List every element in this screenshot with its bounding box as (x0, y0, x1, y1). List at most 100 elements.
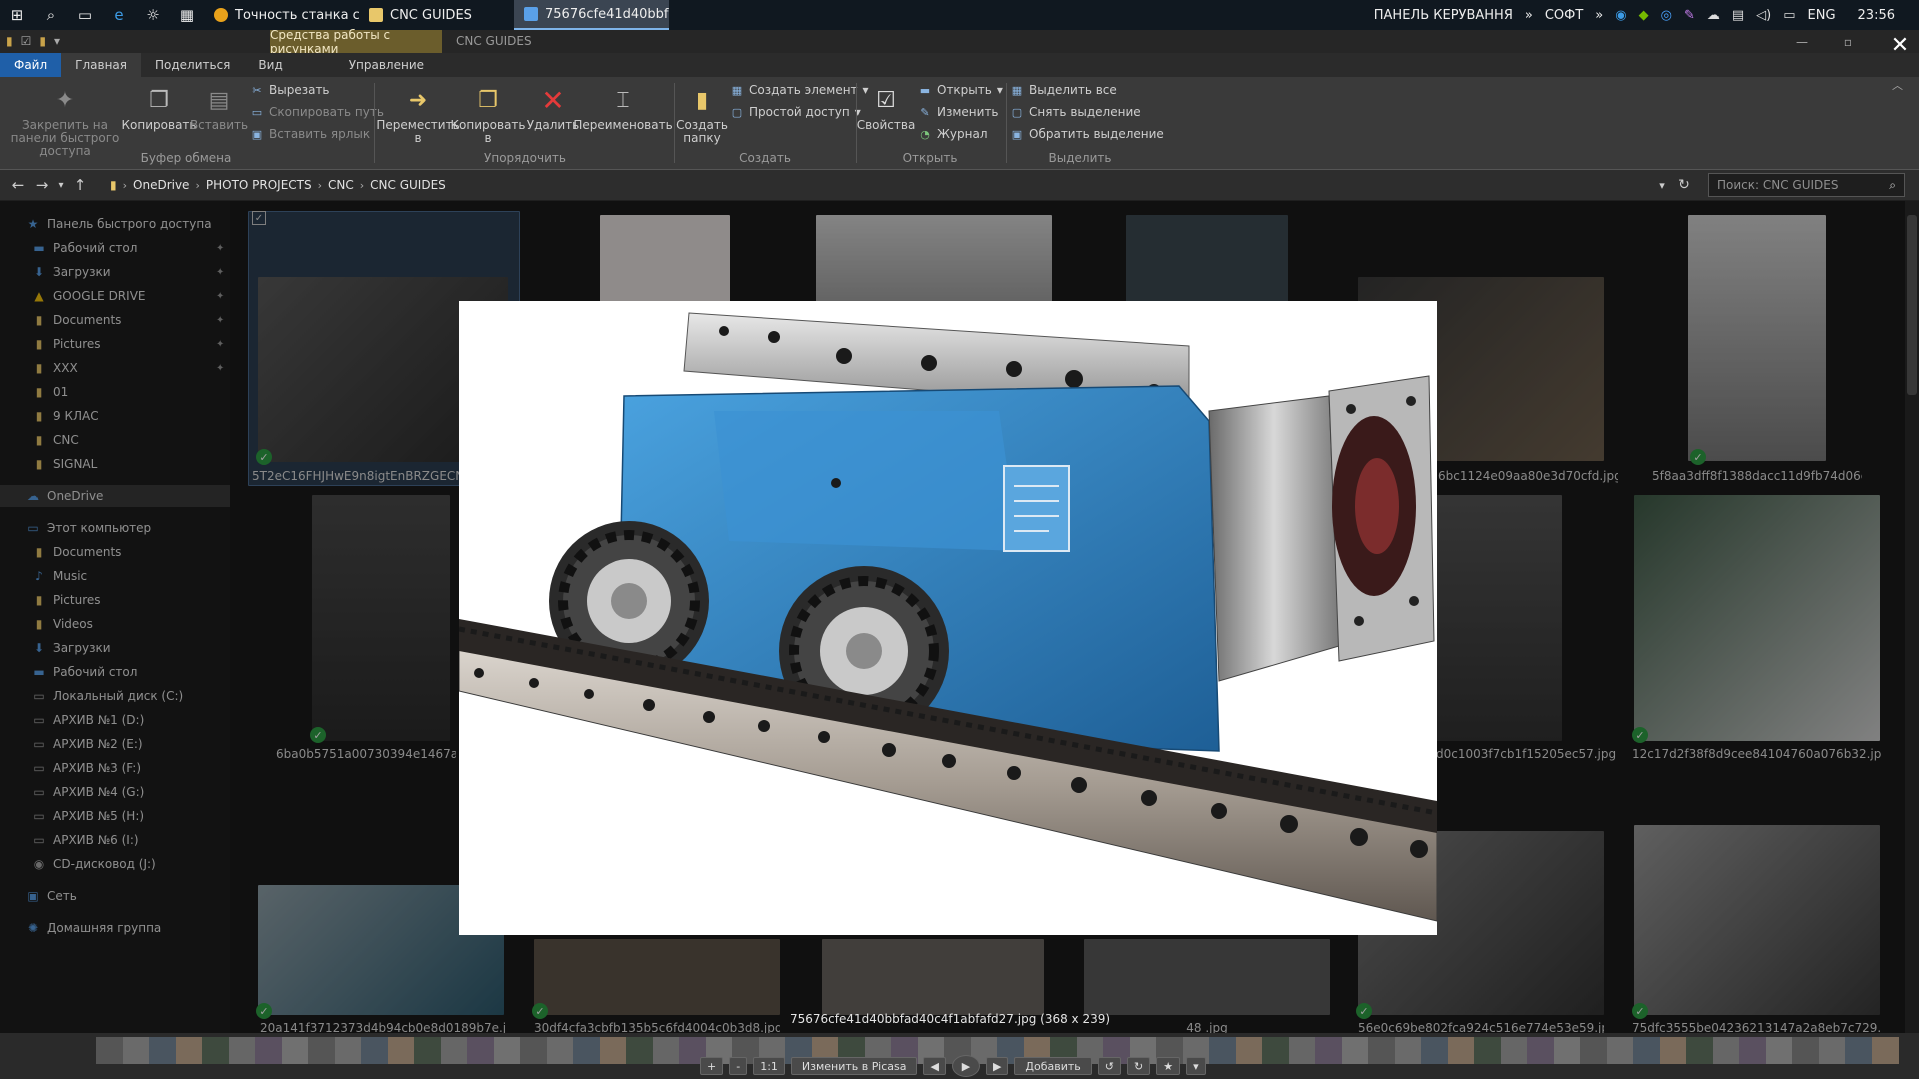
breadcrumb-item[interactable]: PHOTO PROJECTS (206, 178, 312, 192)
copy-to-button[interactable]: ❐ Копировать в (451, 85, 526, 145)
nvidia-icon[interactable]: ◆ (1639, 8, 1649, 23)
invert-selection-button[interactable]: ▣ Обратить выделение (1010, 127, 1164, 141)
filmstrip-thumbnail[interactable] (467, 1037, 494, 1064)
tray-panel-label[interactable]: ПАНЕЛЬ КЕРУВАННЯ (1374, 8, 1513, 23)
zoom-in-button[interactable]: + (700, 1057, 724, 1075)
filmstrip-thumbnail[interactable] (1553, 1037, 1581, 1064)
filmstrip-thumbnail[interactable] (1447, 1037, 1475, 1064)
filmstrip-thumbnail[interactable] (334, 1037, 362, 1064)
filmstrip-thumbnail[interactable] (1712, 1037, 1740, 1064)
star-icon[interactable]: ★ (1156, 1057, 1181, 1075)
app-tray-icon[interactable]: ◎ (1661, 8, 1672, 23)
filmstrip-thumbnail[interactable] (626, 1037, 653, 1064)
select-all-button[interactable]: ▦ Выделить все (1010, 83, 1117, 97)
search-input[interactable]: Поиск: CNC GUIDES ⌕ (1708, 173, 1905, 197)
tray-soft-label[interactable]: СОФТ (1545, 8, 1583, 23)
filmstrip-thumbnail[interactable] (520, 1037, 547, 1064)
new-item-button[interactable]: ▦ Создать элемент ▾ (730, 83, 869, 97)
filmstrip-thumbnail[interactable] (1394, 1037, 1422, 1064)
actual-size-button[interactable]: 1:1 (753, 1057, 785, 1075)
calculator-icon[interactable]: ▦ (170, 0, 204, 30)
breadcrumb-item[interactable]: CNC GUIDES (370, 178, 446, 192)
add-button[interactable]: Добавить (1014, 1057, 1092, 1075)
filmstrip-thumbnail[interactable] (1421, 1037, 1448, 1064)
filmstrip-thumbnail[interactable] (1606, 1037, 1634, 1064)
paste-shortcut-button[interactable]: ▣ Вставить ярлык (250, 127, 370, 141)
breadcrumb-item[interactable]: OneDrive (133, 178, 189, 192)
filmstrip-thumbnail[interactable] (255, 1037, 282, 1064)
taskbar-item-image-viewer[interactable]: 75676cfe41d40bbfad4... (514, 0, 669, 30)
volume-icon[interactable]: ◁) (1756, 8, 1771, 23)
delete-button[interactable]: ✕ Удалить (527, 85, 580, 132)
network-icon[interactable]: ▤ (1732, 8, 1744, 23)
history-button[interactable]: ◔ Журнал (918, 127, 987, 141)
address-dropdown-icon[interactable]: ▾ (1652, 170, 1672, 200)
tab-view[interactable]: Вид (244, 53, 296, 77)
task-view-icon[interactable]: ▭ (68, 0, 102, 30)
zoom-out-button[interactable]: - (729, 1057, 748, 1075)
recent-locations-icon[interactable]: ▾ (54, 170, 68, 200)
filmstrip-thumbnail[interactable] (122, 1037, 150, 1064)
minimize-button[interactable]: — (1779, 30, 1825, 53)
filmstrip-thumbnail[interactable] (308, 1037, 335, 1064)
filmstrip-thumbnail[interactable] (96, 1037, 123, 1064)
filmstrip-thumbnail[interactable] (1686, 1037, 1713, 1064)
taskbar-item-explorer[interactable]: CNC GUIDES (359, 0, 514, 30)
back-icon[interactable]: ← (6, 170, 30, 200)
photo-viewer-image[interactable] (459, 301, 1437, 935)
filmstrip-thumbnail[interactable] (599, 1037, 627, 1064)
tab-manage[interactable]: Управление (335, 53, 438, 77)
previous-icon[interactable]: ◀ (923, 1057, 946, 1075)
search-icon[interactable]: ⌕ (34, 0, 68, 30)
filmstrip-thumbnail[interactable] (1315, 1037, 1342, 1064)
filmstrip-thumbnail[interactable] (1765, 1037, 1793, 1064)
filmstrip-thumbnail[interactable] (387, 1037, 415, 1064)
filmstrip-thumbnail[interactable] (1474, 1037, 1501, 1064)
filmstrip-thumbnail[interactable] (546, 1037, 574, 1064)
filmstrip-thumbnail[interactable] (652, 1037, 680, 1064)
edit-in-picasa-button[interactable]: Изменить в Picasa (790, 1057, 918, 1075)
filmstrip-thumbnail[interactable] (1845, 1037, 1872, 1064)
filmstrip-thumbnail[interactable] (440, 1037, 468, 1064)
copy-path-button[interactable]: ▭ Скопировать путь (250, 105, 384, 119)
move-to-button[interactable]: ➜ Переместить в (376, 85, 459, 145)
language-indicator[interactable]: ENG (1808, 8, 1836, 23)
maximize-button[interactable]: ▫ (1825, 30, 1871, 53)
filmstrip-thumbnail[interactable] (573, 1037, 600, 1064)
filmstrip-thumbnail[interactable] (493, 1037, 521, 1064)
filmstrip-thumbnail[interactable] (1500, 1037, 1528, 1064)
filmstrip-thumbnail[interactable] (175, 1037, 203, 1064)
checkbox-icon[interactable]: ☑ (21, 34, 32, 48)
notification-icon[interactable]: ▭ (1783, 8, 1795, 23)
filmstrip-thumbnail[interactable] (1235, 1037, 1263, 1064)
clock[interactable]: 23:56 (1858, 8, 1895, 23)
easy-access-button[interactable]: ▢ Простой доступ ▾ (730, 105, 861, 119)
filmstrip-thumbnail[interactable] (228, 1037, 256, 1064)
filmstrip-thumbnail[interactable] (1341, 1037, 1369, 1064)
filmstrip-thumbnail[interactable] (1527, 1037, 1554, 1064)
dropdown-icon[interactable]: ▾ (54, 34, 60, 48)
filmstrip-thumbnail[interactable] (1262, 1037, 1289, 1064)
tray-chevron[interactable]: » (1595, 8, 1603, 23)
edge-icon[interactable]: e (102, 0, 136, 30)
filmstrip-thumbnail[interactable] (1818, 1037, 1846, 1064)
more-options-icon[interactable]: ▾ (1186, 1057, 1206, 1075)
tab-home[interactable]: Главная (61, 53, 141, 77)
up-icon[interactable]: ↑ (68, 170, 92, 200)
select-none-button[interactable]: ▢ Снять выделение (1010, 105, 1141, 119)
forward-icon[interactable]: → (30, 170, 54, 200)
filmstrip-thumbnail[interactable] (1580, 1037, 1607, 1064)
folder-icon[interactable]: ▮ (6, 34, 13, 48)
refresh-icon[interactable]: ↻ (1672, 170, 1696, 200)
pin-quick-access-button[interactable]: ✦ Закрепить на панели быстрого доступа (6, 85, 124, 158)
app-tray-icon[interactable]: ◉ (1615, 8, 1626, 23)
tab-share[interactable]: Поделиться (141, 53, 244, 77)
filmstrip-thumbnail[interactable] (1792, 1037, 1819, 1064)
rename-button[interactable]: ⌶ Переименовать (573, 85, 672, 132)
breadcrumb-item[interactable]: CNC (328, 178, 354, 192)
filmstrip-thumbnail[interactable] (414, 1037, 441, 1064)
filmstrip-thumbnail[interactable] (361, 1037, 388, 1064)
cut-button[interactable]: ✂ Вырезать (250, 83, 329, 97)
filmstrip-thumbnail[interactable] (281, 1037, 309, 1064)
lightbulb-icon[interactable]: ☼ (136, 0, 170, 30)
